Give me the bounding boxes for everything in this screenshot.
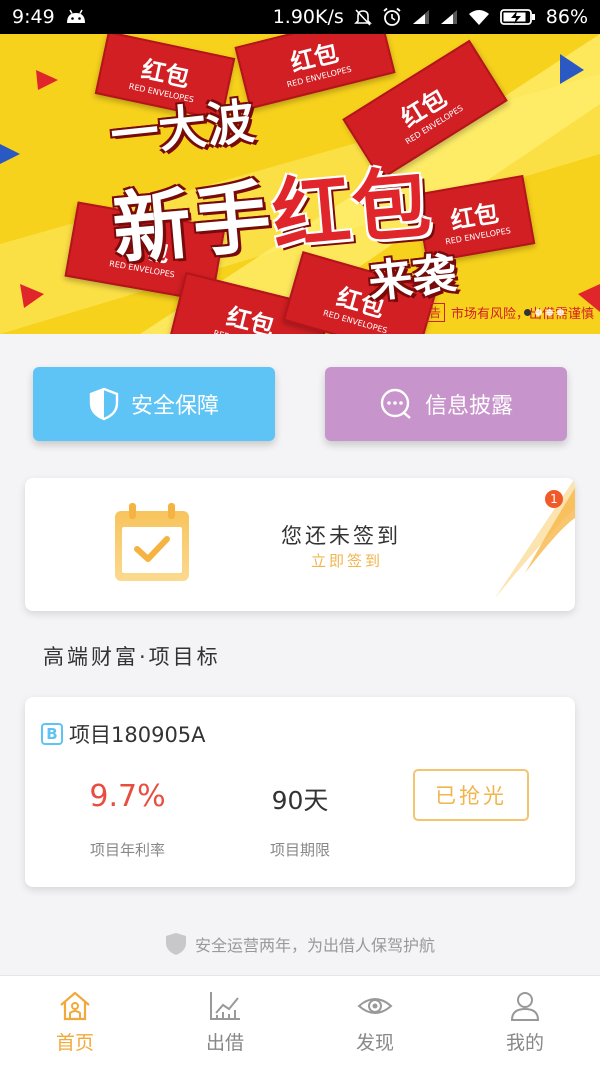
tab-discover-label: 发现 <box>355 1032 394 1054</box>
tab-home-label: 首页 <box>55 1032 94 1054</box>
notification-badge: 1 <box>545 490 563 508</box>
battery-charging-icon <box>499 9 535 25</box>
signal-icon <box>412 10 429 24</box>
status-time: 9:49 <box>12 6 55 28</box>
shield-icon <box>165 933 186 955</box>
carousel-indicator <box>524 309 564 316</box>
safety-button[interactable]: 安全保障 <box>33 367 275 441</box>
chat-bubble-icon <box>380 388 411 419</box>
project-type-badge: B <box>41 723 63 745</box>
banner-headline-top: 一大波 <box>107 93 258 165</box>
battery-level: 86% <box>545 6 588 28</box>
info-disclosure-button[interactable]: 信息披露 <box>325 367 567 441</box>
tab-lend[interactable]: 出借 <box>150 976 300 1067</box>
shield-icon <box>89 387 119 421</box>
home-icon <box>60 991 90 1021</box>
calendar-check-icon <box>115 503 189 581</box>
carousel-dot[interactable] <box>546 309 553 316</box>
project-card[interactable]: B 项目180905A 9.7% 90天 项目年利率 项目期限 已抢光 <box>25 697 575 887</box>
carousel-dot[interactable] <box>524 309 531 316</box>
tab-mine-label: 我的 <box>505 1032 544 1054</box>
security-note-text: 安全运营两年，为出借人保驾护航 <box>194 936 435 955</box>
term-label: 项目期限 <box>269 841 330 859</box>
banner-headline-bottom: 来袭 <box>366 248 459 309</box>
risk-disclaimer: 市场有风险，出借需谨慎 <box>450 307 594 322</box>
checkin-link[interactable]: 立即签到 <box>311 550 383 571</box>
security-note: 安全运营两年，为出借人保驾护航 <box>0 932 600 956</box>
signal-icon <box>440 10 457 24</box>
info-button-label: 信息披露 <box>424 394 513 419</box>
ad-tag: 广告 <box>412 303 445 322</box>
android-icon <box>66 9 85 23</box>
tab-mine[interactable]: 我的 <box>450 976 600 1067</box>
project-name: 项目180905A <box>69 723 206 747</box>
alarm-icon <box>383 7 401 26</box>
safety-button-label: 安全保障 <box>130 394 219 419</box>
mute-icon <box>353 9 372 26</box>
banner-disclaimer: 广告 市场有风险，出借需谨慎 <box>412 303 594 322</box>
carousel-dot[interactable] <box>535 309 542 316</box>
promo-banner[interactable]: 红包 RED ENVELOPES 红包 RED ENVELOPES 红包 RED EN… <box>0 34 600 334</box>
section-title: 高端财富·项目标 <box>43 645 221 669</box>
network-speed: 1.90K/s <box>272 6 344 28</box>
wifi-icon <box>468 10 489 25</box>
status-bar: 9:49 1.90K/s 86% <box>0 0 600 34</box>
checkin-card[interactable]: 您还未签到 立即签到 1 <box>25 478 575 611</box>
chart-icon <box>210 992 240 1020</box>
user-icon <box>510 992 540 1021</box>
carousel-dot[interactable] <box>557 309 564 316</box>
tab-lend-label: 出借 <box>205 1032 244 1054</box>
bottom-tab-bar: 首页 出借 发现 我的 <box>0 975 600 1067</box>
checkin-status: 您还未签到 <box>281 524 401 548</box>
tab-home[interactable]: 首页 <box>0 976 150 1067</box>
sold-out-button[interactable]: 已抢光 <box>413 769 529 821</box>
tab-discover[interactable]: 发现 <box>300 976 450 1067</box>
term-value: 90天 <box>271 786 329 815</box>
eye-icon <box>357 998 393 1014</box>
